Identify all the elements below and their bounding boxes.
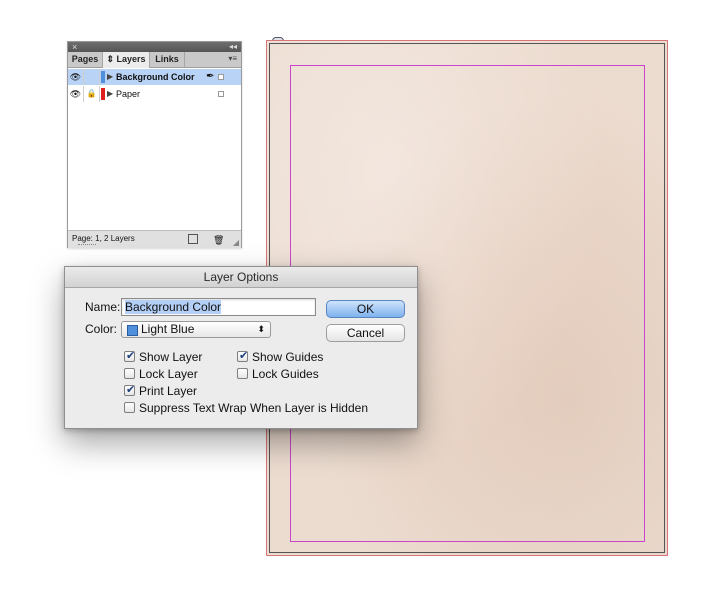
layer-row-background-color[interactable]: 👁 ▶ Background Color ✒ (68, 69, 241, 85)
panel-menu-icon[interactable]: ▾≡ (228, 54, 237, 63)
layer-color-chip (101, 88, 105, 100)
panel-titlebar[interactable]: × ◂◂ (68, 42, 241, 52)
lock-toggle-empty[interactable] (84, 69, 100, 85)
color-swatch (127, 325, 138, 336)
close-icon[interactable]: × (72, 42, 77, 52)
panel-grip[interactable] (78, 244, 96, 247)
layer-options-dialog: Layer Options Name: Background Color Col… (64, 266, 418, 429)
selection-square-icon[interactable] (218, 91, 224, 97)
name-input[interactable]: Background Color (121, 298, 316, 316)
checkbox-label: Suppress Text Wrap When Layer is Hidden (139, 401, 369, 415)
layer-name: Background Color (116, 72, 195, 82)
eye-icon[interactable]: 👁 (68, 86, 84, 102)
checkbox-label: Lock Guides (252, 367, 319, 381)
cancel-button[interactable]: Cancel (326, 324, 405, 342)
name-input-value: Background Color (125, 300, 222, 314)
checkbox-label: Lock Layer (139, 367, 198, 381)
checkbox-label: Print Layer (139, 384, 198, 398)
layer-color-chip (101, 71, 105, 83)
resize-grip-icon[interactable]: ◢ (233, 235, 239, 251)
checkbox-checked[interactable] (124, 383, 135, 398)
layers-list: 👁 ▶ Background Color ✒ 👁 🔒 ▶ Paper (68, 68, 241, 230)
selection-square-icon[interactable] (218, 74, 224, 80)
layers-panel: × ◂◂ Pages ⇕ Layers Links ▾≡ 👁 ▶ Backgro… (67, 41, 242, 248)
tab-links[interactable]: Links (150, 52, 185, 67)
collapse-icon[interactable]: ◂◂ (229, 42, 237, 52)
name-label: Name: (85, 300, 121, 314)
expand-arrow-icon[interactable]: ▶ (107, 86, 113, 102)
layer-row-paper[interactable]: 👁 🔒 ▶ Paper (68, 86, 241, 102)
checkbox-unchecked[interactable] (237, 368, 248, 379)
ok-button[interactable]: OK (326, 300, 405, 318)
new-layer-icon[interactable] (188, 234, 198, 244)
checkbox-checked[interactable] (124, 349, 135, 364)
lock-icon[interactable]: 🔒 (84, 86, 100, 102)
tab-layers[interactable]: ⇕ Layers (103, 52, 150, 68)
dialog-title: Layer Options (65, 267, 417, 288)
checkbox-unchecked[interactable] (124, 402, 135, 413)
pen-icon: ✒ (206, 71, 215, 82)
checkbox-checked[interactable] (237, 349, 248, 364)
expand-arrow-icon[interactable]: ▶ (107, 69, 113, 85)
checkbox-label: Show Layer (139, 350, 203, 364)
color-select[interactable]: Light Blue ⬍ (121, 321, 271, 338)
color-label: Color: (85, 322, 118, 336)
color-select-value: Light Blue (141, 322, 195, 336)
layer-name: Paper (116, 89, 141, 99)
tab-pages[interactable]: Pages (68, 52, 103, 67)
checkbox-unchecked[interactable] (124, 368, 135, 379)
panel-tabs: Pages ⇕ Layers Links ▾≡ (68, 52, 241, 68)
updown-arrows-icon: ⬍ (257, 324, 265, 334)
checkbox-label: Show Guides (252, 350, 324, 364)
eye-icon[interactable]: 👁 (68, 69, 84, 85)
trash-icon[interactable]: 🗑 (213, 232, 224, 248)
